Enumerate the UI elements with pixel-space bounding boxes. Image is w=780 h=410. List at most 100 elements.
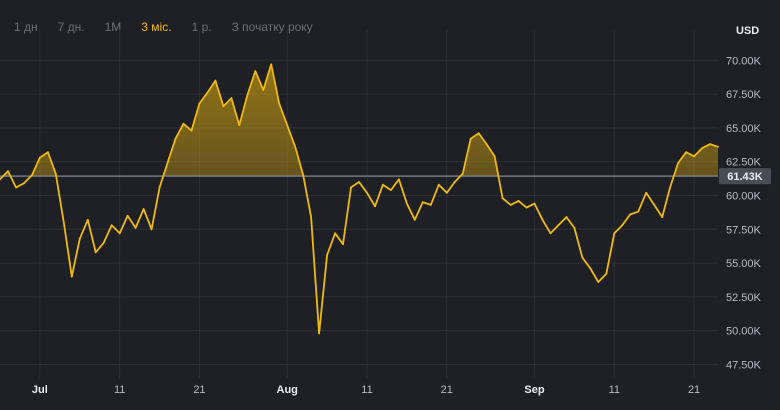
price-point: [39, 156, 41, 159]
price-point: [573, 227, 576, 229]
x-tick-label: 11: [361, 384, 372, 396]
price-point: [190, 129, 193, 132]
price-point: [110, 224, 113, 227]
x-tick-label: 21: [688, 384, 700, 396]
price-point: [429, 204, 432, 206]
price-point: [310, 216, 312, 219]
price-point: [86, 218, 89, 221]
price-point: [262, 89, 265, 91]
price-point: [509, 204, 512, 206]
price-line: [0, 63, 719, 335]
price-point: [629, 213, 632, 216]
y-tick-label: 67.50K: [726, 89, 762, 101]
price-point: [637, 210, 640, 213]
price-point: [342, 243, 344, 246]
price-point: [437, 183, 440, 186]
price-point: [158, 186, 161, 189]
y-tick-label: 70.00K: [726, 55, 762, 67]
price-point: [390, 189, 392, 192]
price-point: [7, 170, 9, 173]
price-point: [47, 151, 49, 154]
price-point: [238, 124, 241, 127]
price-point: [677, 162, 679, 164]
price-point: [23, 182, 25, 185]
price-point: [493, 155, 496, 158]
price-point: [230, 97, 233, 99]
y-tick-label: 55.00K: [726, 258, 762, 270]
price-point: [605, 273, 608, 275]
price-point: [326, 254, 328, 256]
price-point: [621, 224, 624, 227]
price-point: [294, 145, 297, 148]
price-point: [485, 143, 488, 146]
y-tick-label: 57.50K: [726, 224, 762, 236]
price-point: [661, 216, 664, 219]
price-point: [477, 132, 480, 135]
price-area-chart[interactable]: 47.50K 50.00K 52.50K 55.00K 57.50K 60.00K 62.5…: [0, 0, 780, 410]
price-point: [358, 181, 360, 183]
price-point: [182, 122, 185, 125]
price-point: [549, 232, 552, 235]
price-point: [286, 124, 289, 127]
price-point: [398, 178, 400, 181]
price-point: [366, 191, 368, 194]
price-point: [278, 102, 281, 105]
price-point: [118, 232, 121, 235]
y-tick-label: 62.50K: [726, 157, 762, 169]
price-point: [565, 216, 568, 219]
x-tick-label: Aug: [277, 384, 298, 396]
price-point: [222, 105, 225, 108]
price-point: [318, 332, 320, 335]
x-tick-label: 21: [193, 384, 205, 396]
x-tick-label: Sep: [524, 384, 544, 396]
price-point: [541, 218, 544, 221]
y-tick-label: 52.50K: [726, 292, 762, 304]
price-point: [54, 172, 57, 175]
price-point: [589, 267, 592, 270]
price-chart-widget: 1 дн 7 дн. 1M 3 міс. 1 р. З початку року…: [0, 0, 780, 410]
price-point: [166, 162, 169, 164]
price-point: [62, 221, 65, 224]
price-point: [382, 183, 384, 186]
price-point: [525, 206, 528, 209]
price-point: [174, 137, 177, 140]
y-tick-label: 47.50K: [726, 359, 762, 371]
price-point: [501, 197, 504, 200]
price-point: [557, 224, 560, 227]
price-point: [15, 186, 17, 189]
price-point: [102, 241, 105, 244]
price-point: [134, 227, 137, 229]
price-point: [374, 205, 376, 208]
price-point: [613, 232, 616, 235]
price-point: [469, 137, 472, 140]
x-tick-label: 11: [609, 384, 620, 396]
price-point: [445, 191, 448, 194]
price-point: [302, 174, 305, 177]
price-point: [709, 143, 711, 146]
price-point: [214, 79, 217, 82]
price-point: [350, 186, 352, 189]
price-point: [421, 201, 424, 204]
price-point: [142, 208, 145, 210]
x-tick-label: Jul: [32, 384, 48, 396]
area-fill-above-baseline: [0, 64, 718, 177]
price-point: [701, 147, 703, 150]
price-point: [645, 191, 648, 194]
price-point: [406, 202, 408, 205]
price-point: [78, 237, 81, 240]
price-point: [717, 145, 719, 148]
price-point: [70, 275, 73, 278]
price-point: [126, 214, 129, 217]
price-point: [198, 102, 201, 105]
price-point: [517, 200, 520, 202]
price-point: [533, 202, 536, 205]
price-point: [653, 204, 656, 206]
price-point: [94, 251, 97, 254]
y-tick-label: 50.00K: [726, 326, 762, 338]
price-point: [334, 232, 336, 235]
price-point: [246, 94, 249, 97]
price-point: [685, 151, 687, 154]
baseline-value-label: 61.43K: [727, 171, 763, 183]
price-point: [453, 181, 456, 183]
price-point: [254, 70, 257, 72]
